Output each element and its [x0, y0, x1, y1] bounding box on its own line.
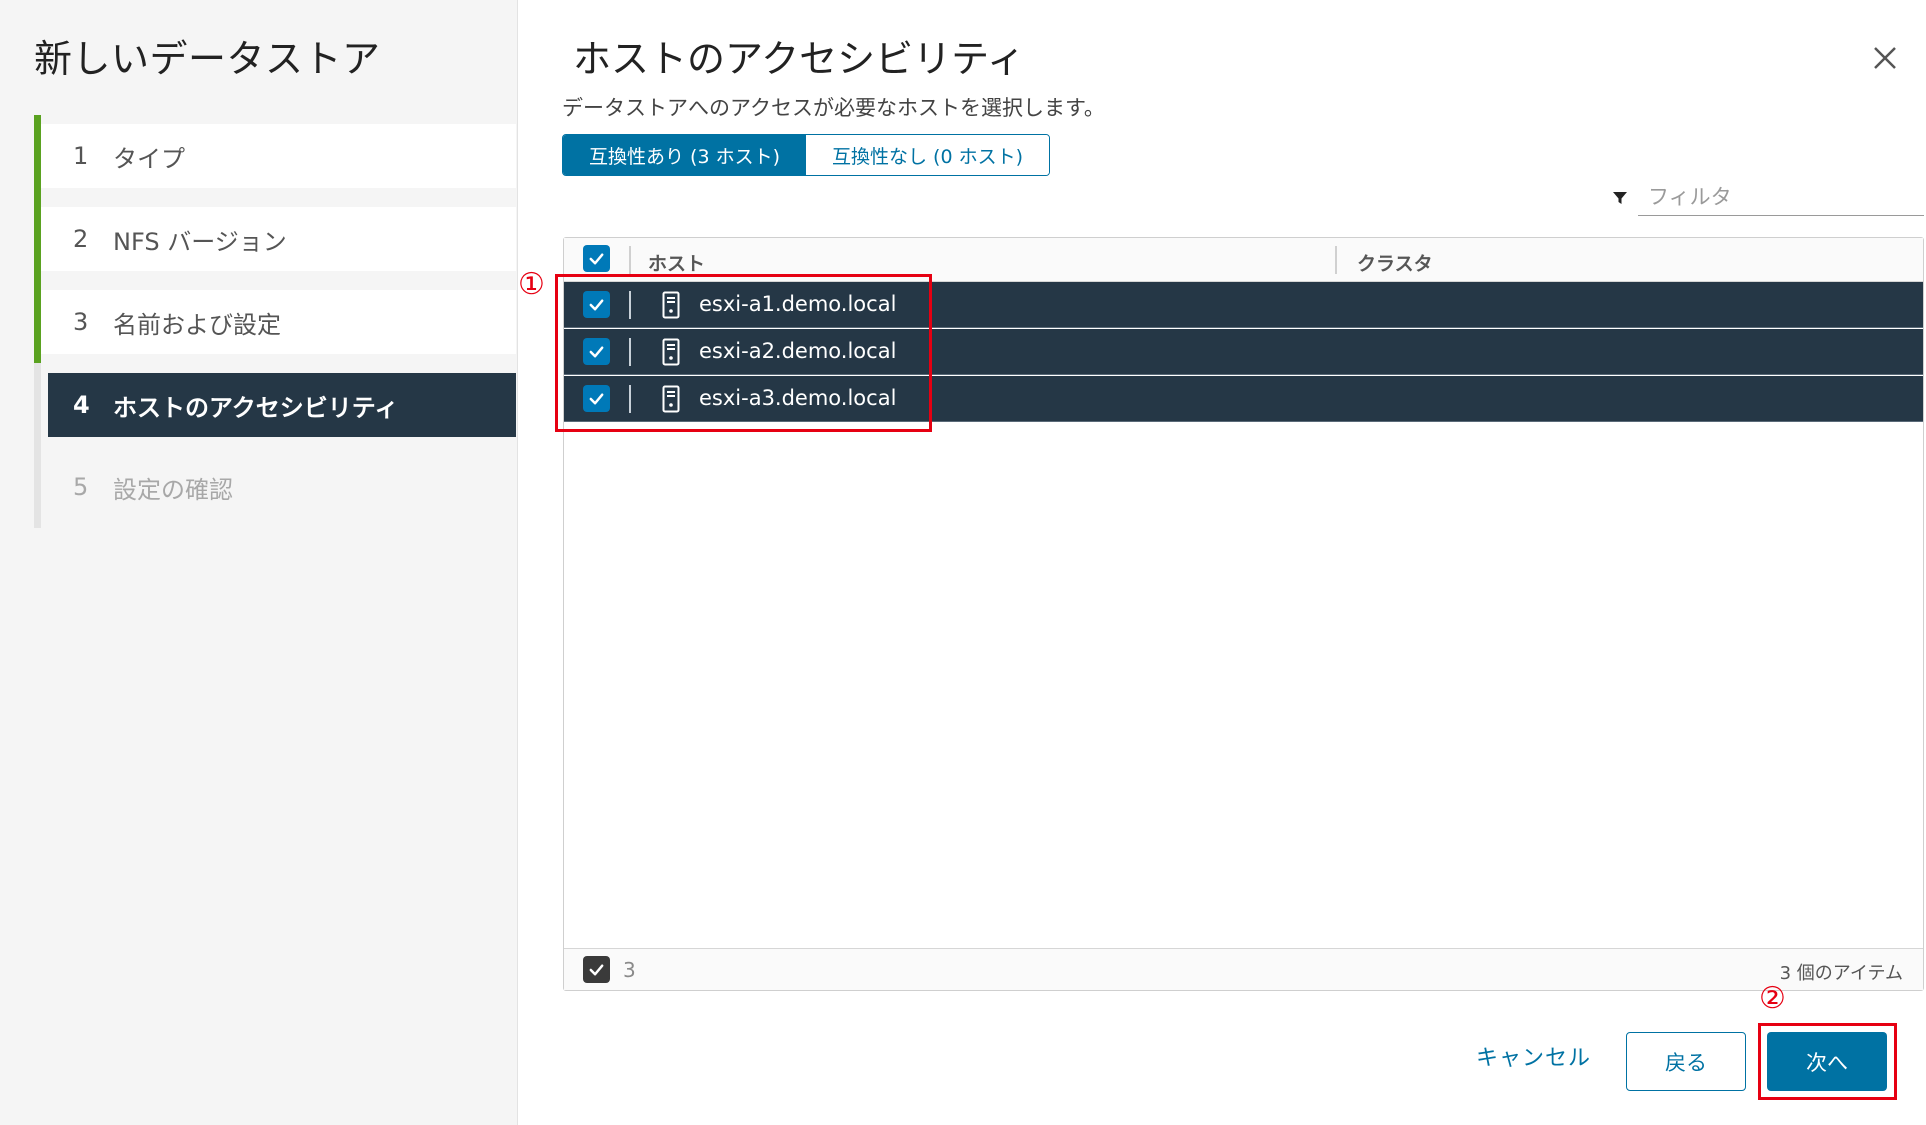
check-icon [589, 253, 604, 265]
step-number: 4 [73, 391, 90, 419]
column-divider [629, 246, 631, 274]
step-number: 3 [73, 308, 89, 336]
compatibility-toggle: 互換性あり (3 ホスト) 互換性なし (0 ホスト) [562, 134, 1050, 176]
selected-count: 3 [623, 958, 636, 982]
wizard-step-name-settings[interactable]: 3 名前および設定 [41, 290, 516, 354]
wizard-step-type[interactable]: 1 タイプ [41, 124, 516, 188]
step-progress-complete [34, 115, 41, 363]
page-description: データストアへのアクセスが必要なホストを選択します。 [562, 96, 1105, 120]
annotation-marker-2: ② [1759, 981, 1786, 1016]
step-label: NFS バージョン [113, 227, 287, 256]
selection-count-checkbox[interactable] [583, 956, 610, 983]
wizard-step-host-accessibility[interactable]: 4 ホストのアクセシビリティ [48, 373, 516, 437]
step-progress-remaining [34, 363, 41, 528]
cancel-button[interactable]: キャンセル [1476, 1040, 1591, 1072]
filter-icon [1613, 192, 1627, 204]
column-resize-handle[interactable] [1335, 246, 1337, 274]
wizard-sidebar: 新しいデータストア 1 タイプ 2 NFS バージョン 3 名前および設定 4 … [0, 0, 518, 1125]
item-count: 3 個のアイテム [1779, 963, 1903, 984]
step-label: ホストのアクセシビリティ [113, 393, 399, 422]
page-title: ホストのアクセシビリティ [573, 37, 1025, 81]
column-header-cluster[interactable]: クラスタ [1357, 249, 1433, 276]
filter-input[interactable] [1638, 178, 1924, 216]
step-number: 5 [73, 473, 89, 501]
step-label: タイプ [113, 144, 185, 173]
incompatible-hosts-button[interactable]: 互換性なし (0 ホスト) [806, 135, 1049, 175]
step-number: 2 [73, 225, 89, 253]
annotation-marker-1: ① [518, 267, 545, 302]
column-header-host[interactable]: ホスト [648, 249, 705, 276]
step-label: 設定の確認 [113, 475, 233, 504]
check-icon [589, 964, 604, 976]
annotation-box-next [1758, 1023, 1897, 1100]
wizard-step-nfs-version[interactable]: 2 NFS バージョン [41, 207, 516, 271]
wizard-title: 新しいデータストア [34, 37, 381, 81]
close-button[interactable] [1865, 38, 1905, 78]
grid-footer: 3 3 個のアイテム [564, 948, 1923, 990]
back-button[interactable]: 戻る [1626, 1032, 1746, 1091]
filter-area [1610, 178, 1924, 218]
step-number: 1 [73, 142, 89, 170]
step-label: 名前および設定 [113, 310, 281, 339]
wizard-step-review: 5 設定の確認 [41, 455, 516, 519]
close-icon [1874, 47, 1896, 69]
compatible-hosts-button[interactable]: 互換性あり (3 ホスト) [563, 135, 806, 175]
select-all-checkbox[interactable] [583, 245, 610, 272]
annotation-box-hosts [555, 274, 932, 432]
